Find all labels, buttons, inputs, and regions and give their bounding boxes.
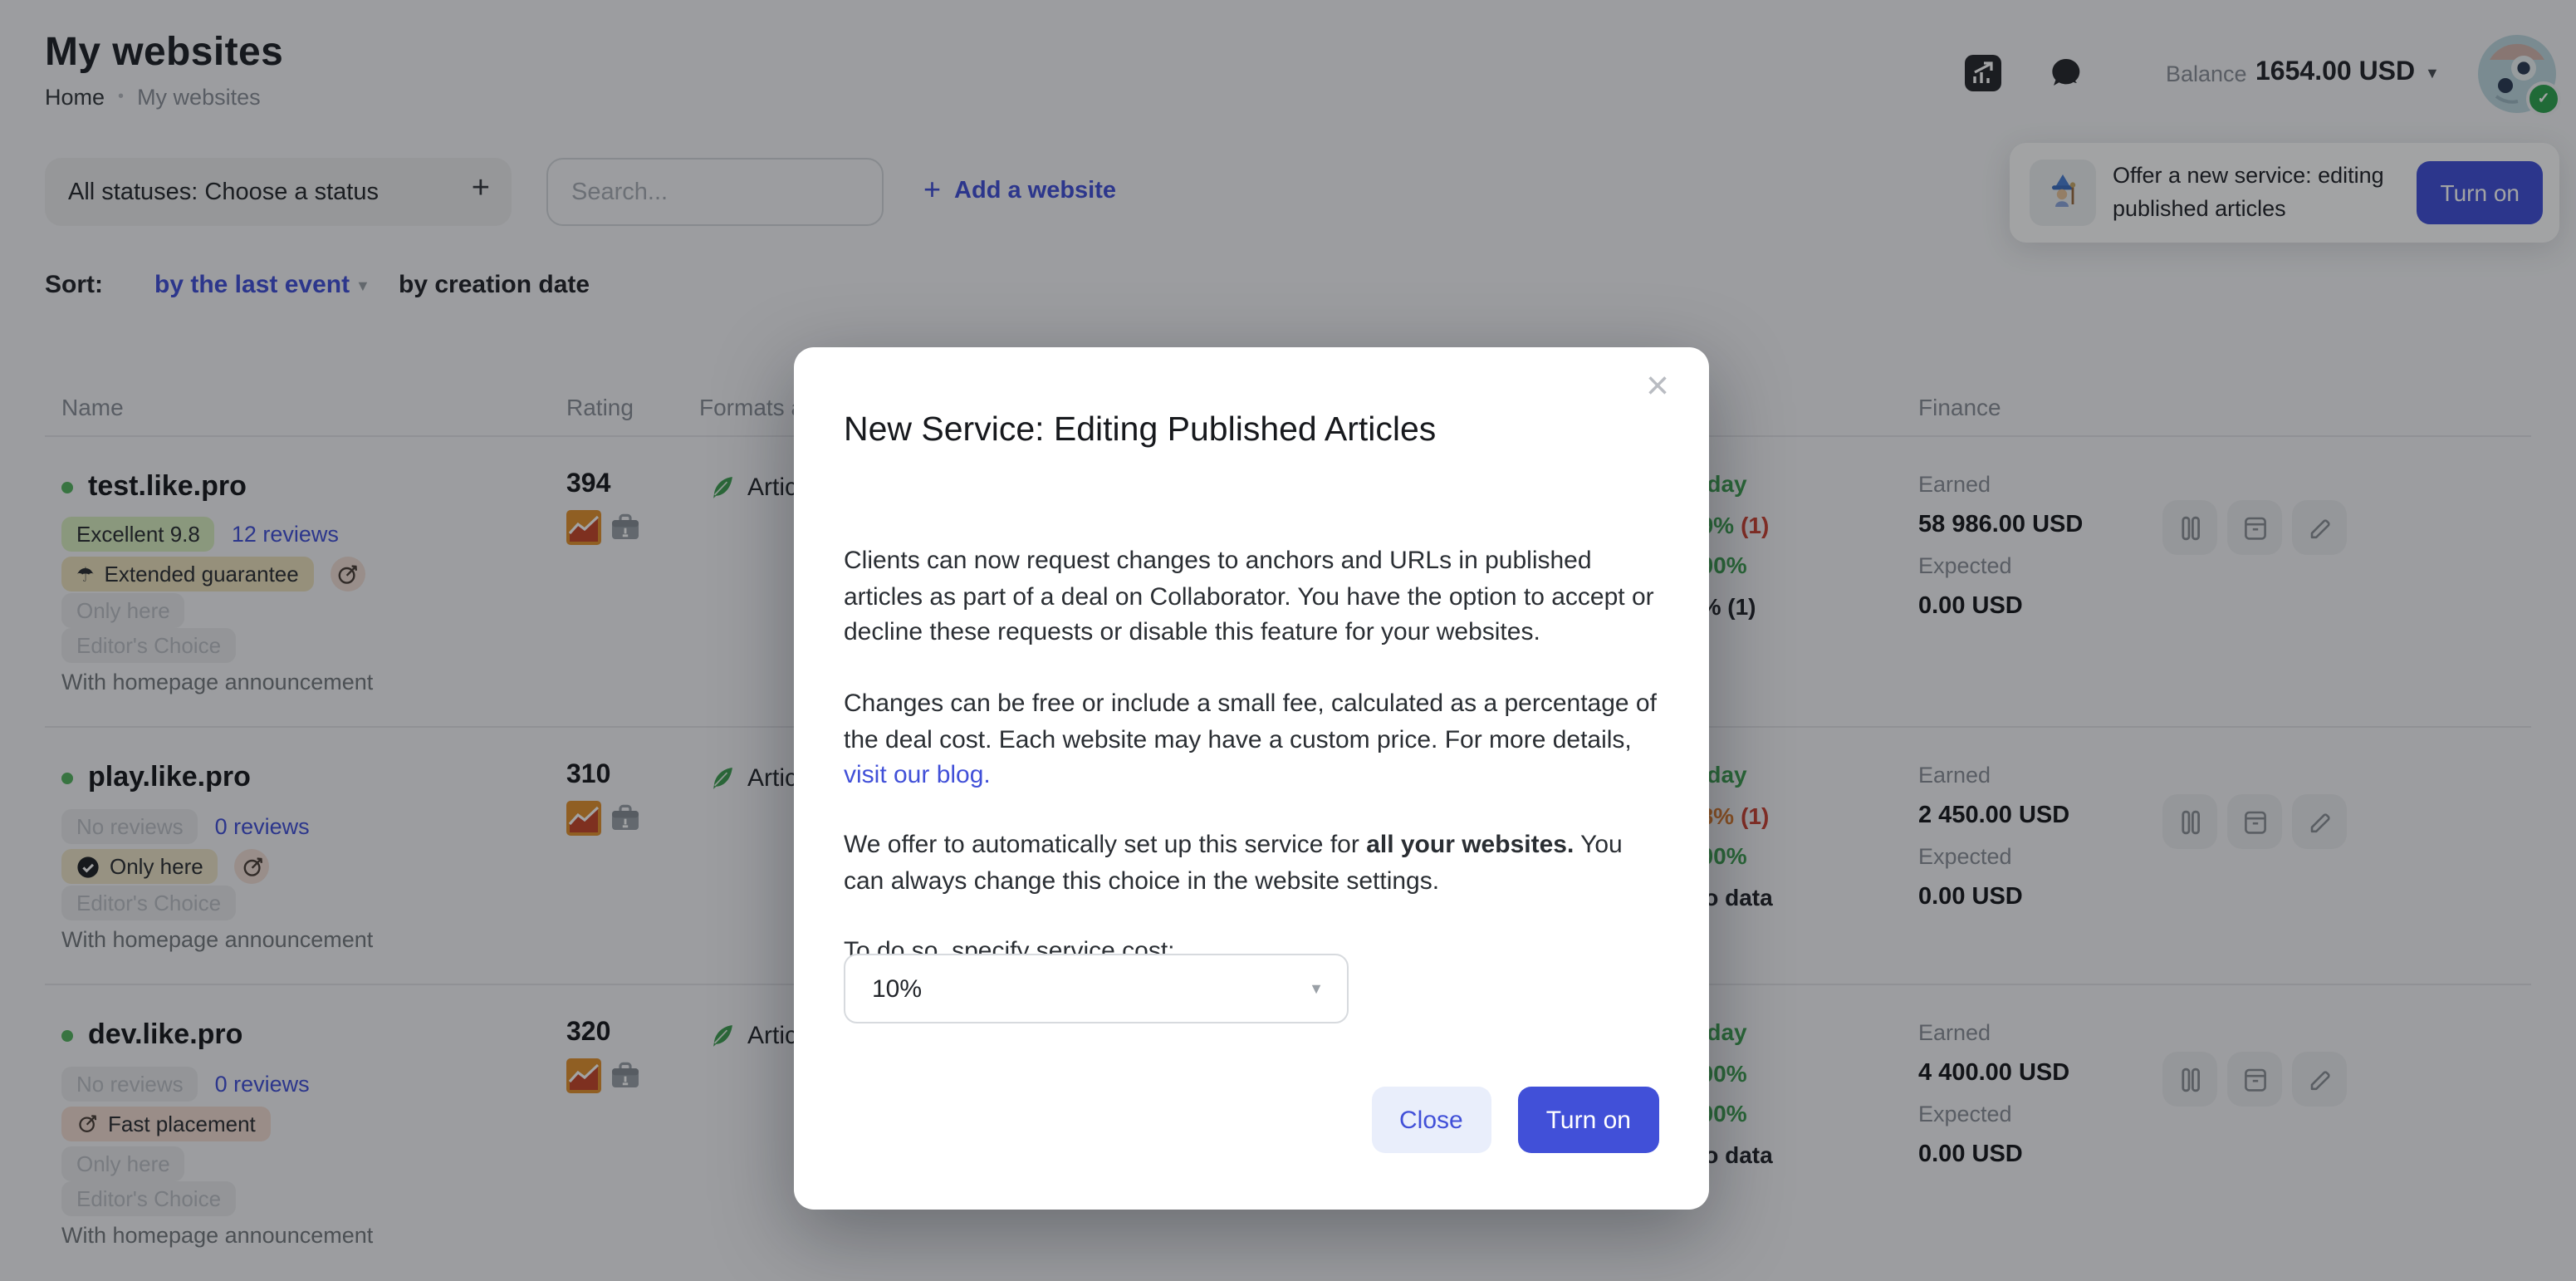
modal-paragraph-1: Clients can now request changes to ancho… bbox=[844, 543, 1661, 650]
new-service-modal: × New Service: Editing Published Article… bbox=[794, 347, 1709, 1210]
modal-paragraph-1-text: Clients can now request changes to ancho… bbox=[844, 547, 1654, 646]
modal-paragraph-3: We offer to automatically set up this se… bbox=[844, 827, 1661, 899]
select-caret-down-icon: ▼ bbox=[1309, 980, 1324, 997]
service-cost-select[interactable]: 10% ▼ bbox=[844, 954, 1349, 1023]
service-cost-value: 10% bbox=[872, 974, 922, 1003]
modal-paragraph-3-text: We offer to automatically set up this se… bbox=[844, 831, 1366, 859]
modal-paragraph-2: Changes can be free or include a small f… bbox=[844, 686, 1661, 793]
modal-paragraph-3-bold: all your websites. bbox=[1366, 831, 1574, 859]
modal-close-icon[interactable]: × bbox=[1639, 361, 1676, 414]
modal-turn-on-button[interactable]: Turn on bbox=[1518, 1087, 1659, 1153]
modal-paragraph-2-text: Changes can be free or include a small f… bbox=[844, 690, 1657, 753]
modal-title: New Service: Editing Published Articles bbox=[844, 410, 1436, 450]
visit-blog-link[interactable]: visit our blog. bbox=[844, 761, 991, 789]
modal-buttons: Close Turn on bbox=[1371, 1087, 1659, 1153]
modal-close-button[interactable]: Close bbox=[1371, 1087, 1491, 1153]
app-root: My websites Home • My websites Balance 1… bbox=[0, 0, 2576, 1281]
